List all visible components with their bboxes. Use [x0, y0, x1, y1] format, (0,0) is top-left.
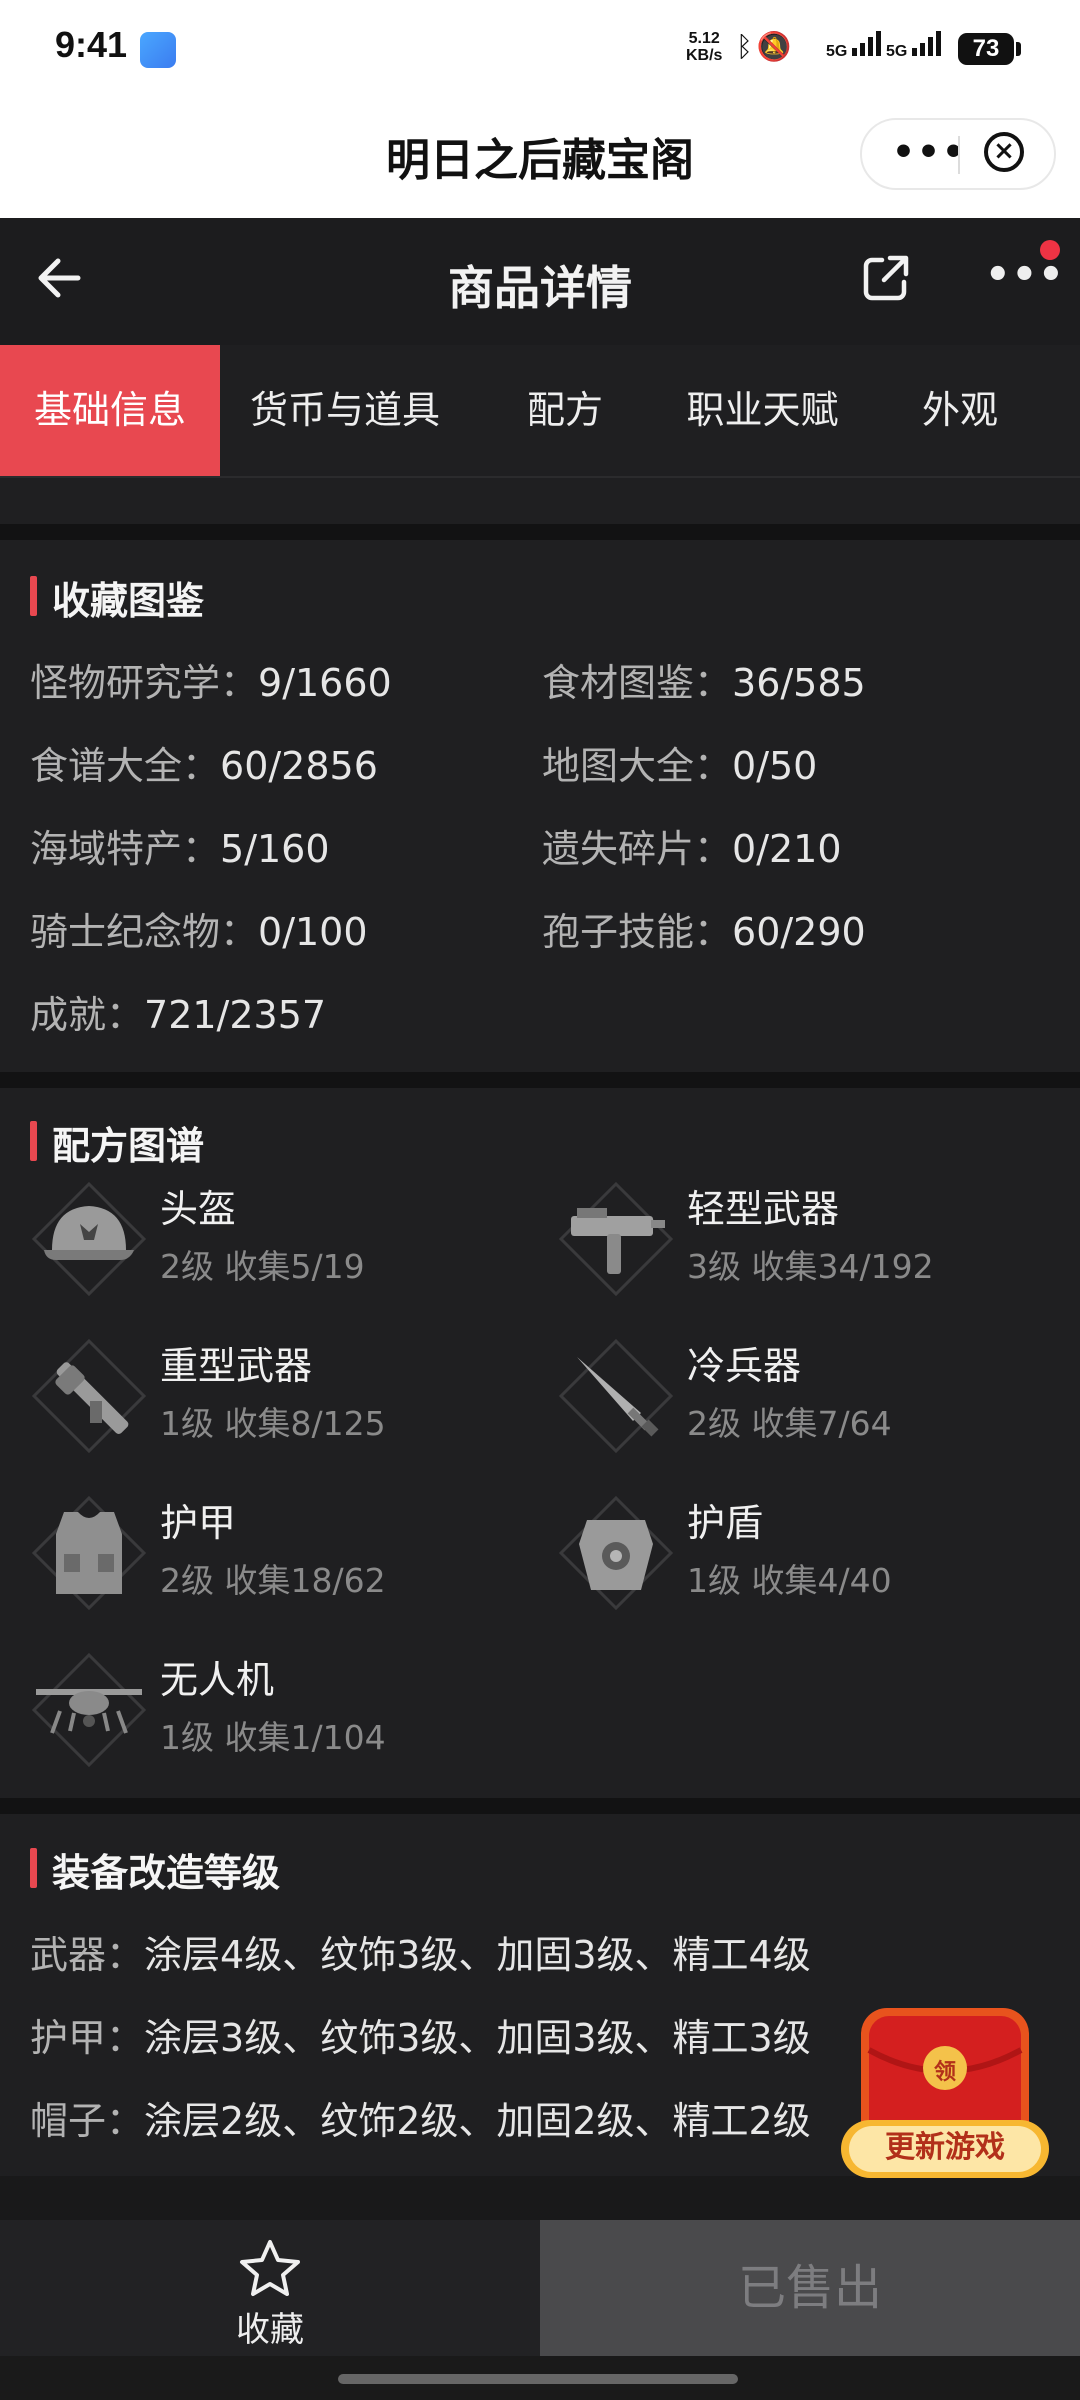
recipe-progress: 1级 收集1/104 — [160, 1718, 386, 1757]
mod-row-armor: 护甲：涂层3级、纹饰3级、加固3级、精工3级 — [30, 2016, 811, 2060]
app-icon — [140, 32, 176, 68]
recipe-progress: 1级 收集8/125 — [160, 1404, 386, 1443]
tab-basic-info[interactable]: 基础信息 — [0, 345, 220, 476]
net-speed-unit: KB/s — [686, 47, 723, 64]
red-packet-label: 更新游戏 — [885, 2130, 1005, 2165]
signal-icon: 5G — [886, 30, 941, 61]
recipe-progress: 1级 收集4/40 — [687, 1561, 892, 1600]
tab-currency-items[interactable]: 货币与道具 — [240, 345, 450, 476]
mute-icon: 🔕 — [756, 30, 796, 63]
recipe-progress: 2级 收集7/64 — [687, 1404, 892, 1443]
tab-recipes[interactable]: 配方 — [505, 345, 625, 476]
mod-row-hat: 帽子：涂层2级、纹饰2级、加固2级、精工2级 — [30, 2099, 811, 2143]
shield-armor-icon — [558, 1495, 674, 1611]
stat-maps: 地图大全：0/50 — [542, 744, 818, 788]
share-icon[interactable] — [860, 252, 912, 304]
vest-icon — [31, 1495, 147, 1611]
close-icon[interactable]: × — [984, 132, 1024, 172]
tab-appearance[interactable]: 外观 — [900, 345, 1020, 476]
smg-icon — [558, 1181, 674, 1297]
section-title-equipment-mods: 装备改造等级 — [30, 1842, 280, 1897]
net-speed-value: 5.12 — [688, 30, 720, 47]
recipe-name: 冷兵器 — [687, 1344, 802, 1388]
stat-spore-skills: 孢子技能：60/290 — [542, 910, 866, 954]
recipe-name: 重型武器 — [160, 1344, 313, 1388]
recipe-name: 轻型武器 — [687, 1187, 840, 1231]
stat-sea-specialty: 海域特产：5/160 — [30, 827, 330, 871]
stat-knight-memorial: 骑士纪念物：0/100 — [30, 910, 368, 954]
recipe-item-light-weapons[interactable]: 轻型武器 3级 收集34/192 — [557, 1170, 1037, 1310]
more-icon[interactable]: ••• — [892, 135, 967, 171]
divider — [958, 136, 960, 174]
sold-out-button[interactable]: 已售出 — [540, 2220, 1080, 2356]
favorite-label: 收藏 — [236, 2310, 304, 2350]
signal-icon: 5G — [826, 30, 881, 61]
status-bar: 9:41 5.12 KB/s ᛒ🔕 5G 5G 73 — [0, 0, 1080, 100]
more-menu-icon[interactable]: ••• — [985, 255, 1065, 295]
net-speed: 5.12 KB/s — [686, 30, 722, 64]
section-divider — [0, 1072, 1080, 1088]
page-header: 商品详情 ••• — [0, 218, 1080, 345]
section-title-collection: 收藏图鉴 — [30, 570, 204, 625]
red-packet-glyph: 领 — [933, 2060, 956, 2085]
recipe-item-helmet[interactable]: 头盔 2级 收集5/19 — [30, 1170, 510, 1310]
section-divider — [0, 524, 1080, 540]
notification-dot — [1040, 240, 1060, 260]
section-title-recipes: 配方图谱 — [30, 1115, 204, 1170]
drone-icon — [31, 1652, 147, 1768]
recipe-item-cold-weapons[interactable]: 冷兵器 2级 收集7/64 — [557, 1327, 1037, 1467]
tab-bar: 基础信息 货币与道具 配方 职业天赋 外观 — [0, 345, 1080, 478]
battery-tip — [1016, 42, 1021, 56]
recipe-name: 无人机 — [160, 1658, 275, 1702]
recipe-name: 护盾 — [687, 1501, 764, 1545]
helmet-icon — [31, 1181, 147, 1297]
stat-achievements: 成就：721/2357 — [30, 993, 327, 1037]
launcher-icon — [31, 1338, 147, 1454]
stat-recipes-book: 食谱大全：60/2856 — [30, 744, 378, 788]
recipe-item-shield[interactable]: 护盾 1级 收集4/40 — [557, 1484, 1037, 1624]
mod-row-weapon: 武器：涂层4级、纹饰3级、加固3级、精工4级 — [30, 1933, 811, 1977]
stat-ingredients: 食材图鉴：36/585 — [542, 661, 866, 705]
home-indicator[interactable] — [338, 2374, 738, 2384]
recipe-progress: 2级 收集18/62 — [160, 1561, 386, 1600]
app-title-bar: 明日之后藏宝阁 ••• × — [0, 100, 1080, 218]
status-time: 9:41 — [55, 24, 128, 65]
stat-monster-research: 怪物研究学：9/1660 — [30, 661, 392, 705]
bottom-action-bar: 收藏 已售出 — [0, 2220, 1080, 2356]
red-packet-promo[interactable]: 领 更新游戏 — [835, 2000, 1055, 2190]
battery-icon: 73 — [958, 33, 1014, 65]
page-title: 商品详情 — [448, 261, 632, 315]
tab-talents[interactable]: 职业天赋 — [670, 345, 855, 476]
capsule-menu: ••• × — [860, 118, 1056, 190]
recipe-name: 护甲 — [160, 1501, 237, 1545]
recipe-name: 头盔 — [160, 1187, 237, 1231]
recipe-item-armor[interactable]: 护甲 2级 收集18/62 — [30, 1484, 510, 1624]
net-label: 5G — [886, 43, 908, 60]
recipe-progress: 2级 收集5/19 — [160, 1247, 365, 1286]
blade-icon — [558, 1338, 674, 1454]
bluetooth-icon: ᛒ — [736, 30, 757, 63]
net-label: 5G — [826, 43, 848, 60]
star-icon — [240, 2240, 300, 2296]
favorite-button[interactable]: 收藏 — [0, 2220, 540, 2356]
recipe-item-heavy-weapons[interactable]: 重型武器 1级 收集8/125 — [30, 1327, 510, 1467]
stat-lost-fragments: 遗失碎片：0/210 — [542, 827, 842, 871]
recipe-item-drone[interactable]: 无人机 1级 收集1/104 — [30, 1641, 510, 1781]
section-divider — [0, 1798, 1080, 1814]
recipe-progress: 3级 收集34/192 — [687, 1247, 934, 1286]
